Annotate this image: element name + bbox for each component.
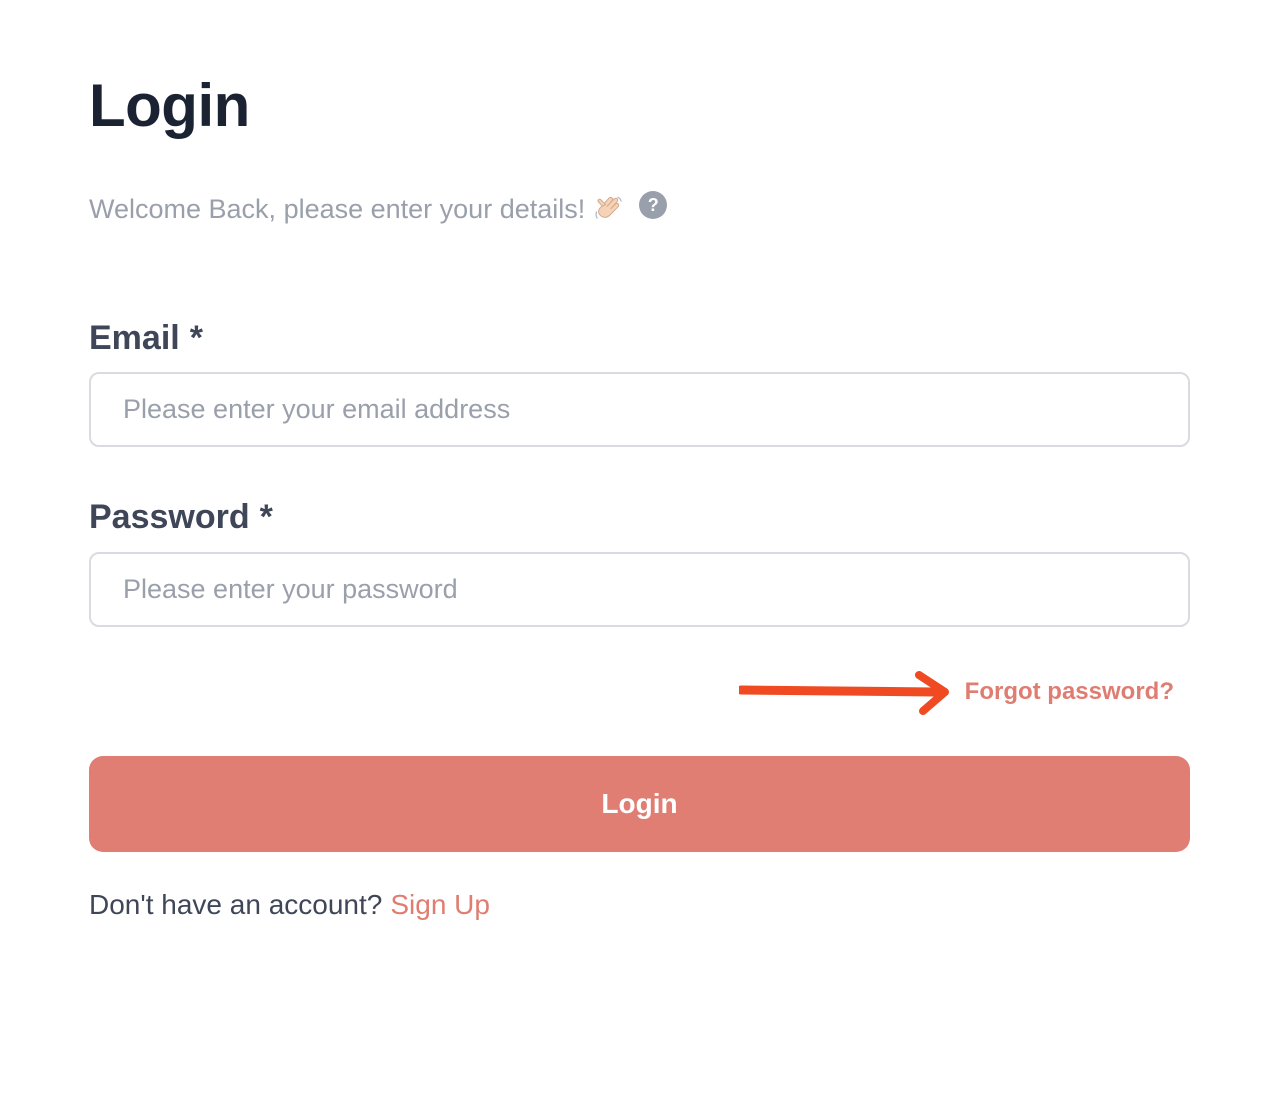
signup-prompt-text: Don't have an account? [89, 889, 383, 920]
signup-prompt: Don't have an account? Sign Up [89, 885, 490, 925]
help-icon[interactable]: ? [639, 191, 668, 219]
email-label-text: Email [89, 319, 180, 357]
login-page: Login Welcome Back, please enter your de… [89, 0, 1190, 1118]
password-required-marker: * [259, 498, 273, 536]
arrow-right-icon [739, 671, 949, 715]
password-input[interactable] [89, 552, 1190, 627]
email-required-marker: * [189, 319, 203, 357]
email-label: Email * [89, 318, 203, 358]
login-button[interactable]: Login [89, 756, 1190, 852]
password-label-text: Password [89, 498, 250, 536]
page-title: Login [89, 72, 250, 139]
password-label: Password * [89, 497, 273, 537]
welcome-text: Welcome Back, please enter your details! [89, 193, 586, 224]
forgot-password-link[interactable]: Forgot password? [965, 678, 1174, 706]
sign-up-link[interactable]: Sign Up [390, 889, 490, 920]
welcome-message: Welcome Back, please enter your details!… [89, 189, 668, 229]
forgot-password-row: Forgot password? [89, 670, 1190, 716]
email-input[interactable] [89, 372, 1190, 447]
waving-hand-icon [593, 194, 623, 224]
